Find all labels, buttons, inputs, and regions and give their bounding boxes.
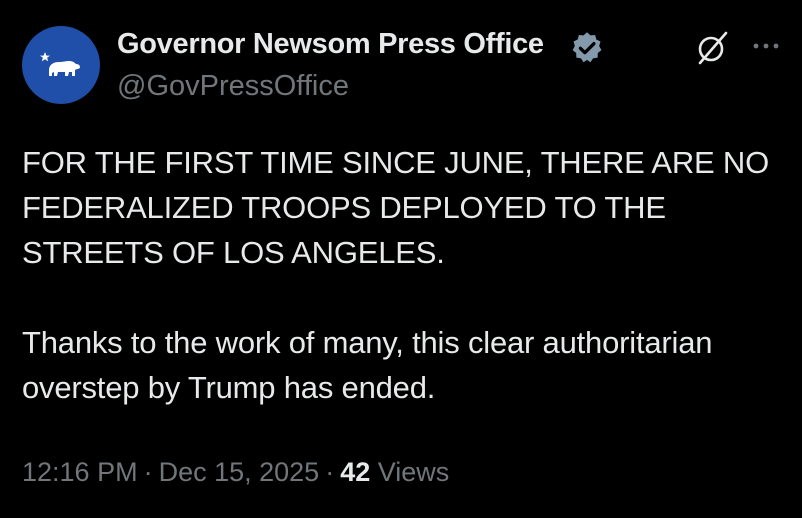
verified-badge-icon [572, 32, 602, 63]
grok-icon[interactable] [692, 28, 732, 68]
tweet-paragraph-1: FOR THE FIRST TIME SINCE JUNE, THERE ARE… [22, 145, 769, 270]
display-name[interactable]: Governor Newsom Press Office [117, 28, 544, 61]
tweet-date[interactable]: Dec 15, 2025 [159, 457, 320, 487]
tweet-card: Governor Newsom Press Office @GovPressOf… [0, 0, 802, 518]
tweet-paragraph-2: Thanks to the work of many, this clear a… [22, 325, 713, 405]
tweet-time[interactable]: 12:16 PM [22, 457, 138, 487]
more-options-icon[interactable] [751, 36, 781, 56]
tweet-text: FOR THE FIRST TIME SINCE JUNE, THERE ARE… [22, 140, 792, 410]
views-count: 42 [340, 457, 371, 487]
views-label: Views [377, 457, 450, 487]
avatar[interactable] [22, 26, 100, 104]
separator: · [143, 457, 153, 487]
tweet-meta: 12:16 PM · Dec 15, 2025 · 42 Views [22, 457, 449, 488]
california-bear-icon [40, 52, 80, 76]
separator: · [325, 457, 335, 487]
account-handle[interactable]: @GovPressOffice [117, 70, 349, 103]
